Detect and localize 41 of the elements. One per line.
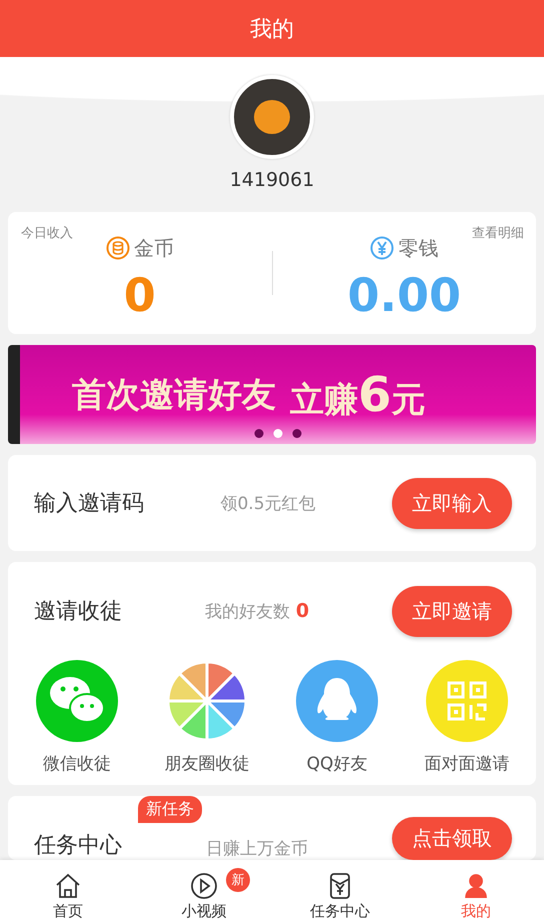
invite-code-title: 输入邀请码 — [34, 490, 144, 518]
carousel-dot[interactable] — [292, 429, 302, 438]
invite-button[interactable]: 立即邀请 — [392, 586, 512, 636]
tab-bar-item[interactable]: 我的 — [408, 860, 544, 923]
share-option-label: 微信收徒 — [43, 753, 111, 775]
tab-bar-item[interactable]: 小视频 新 — [136, 860, 272, 923]
reward-text: 领0.5元红包 — [219, 492, 317, 514]
home-icon — [54, 872, 82, 900]
promo-banner[interactable]: 首次邀请好友 立赚6元 — [8, 345, 536, 444]
cash-label: 零钱 — [398, 234, 438, 262]
coins-label: 金币 — [134, 234, 174, 262]
coin-stack-icon — [106, 236, 130, 260]
invite-title: 邀请收徒 — [34, 598, 122, 626]
friends-count-label: 我的好友数 — [204, 600, 290, 622]
coins-value: 0 — [124, 268, 156, 322]
tab-bar-item[interactable]: 首页 — [0, 860, 136, 923]
photo-placeholder — [254, 100, 290, 134]
today-income-label: 今日收入 — [21, 225, 73, 242]
new-badge: 新 — [226, 868, 250, 892]
penguin-icon[interactable] — [296, 660, 378, 742]
share-option-label: QQ好友 — [306, 753, 368, 775]
task-center-title: 任务中心 — [34, 832, 122, 860]
banner-headline: 首次邀请好友 — [72, 374, 276, 416]
tab-bar-item[interactable]: 任务中心 — [272, 860, 408, 923]
share-option-label: 朋友圈收徒 — [164, 753, 250, 775]
claim-button[interactable]: 点击领取 — [392, 817, 512, 860]
banner-offer: 立赚6元 — [290, 366, 426, 422]
view-details-link[interactable]: 查看明细 — [472, 224, 524, 242]
new-task-badge: 新任务 — [138, 796, 202, 823]
task-subtitle: 日赚上万金币 — [205, 838, 309, 860]
page-title: 我的 — [250, 16, 294, 44]
enter-code-button[interactable]: 立即输入 — [392, 478, 512, 528]
carousel-dot[interactable] — [254, 429, 264, 438]
cash-value: 0.00 — [348, 268, 461, 322]
friends-count: 0 — [296, 600, 310, 622]
carousel-dot[interactable] — [274, 429, 282, 438]
user-id: 1419061 — [230, 169, 314, 191]
share-option-label: 面对面邀请 — [424, 753, 510, 775]
yen-icon — [370, 236, 394, 260]
play-icon — [190, 872, 218, 900]
person-icon — [462, 872, 490, 900]
